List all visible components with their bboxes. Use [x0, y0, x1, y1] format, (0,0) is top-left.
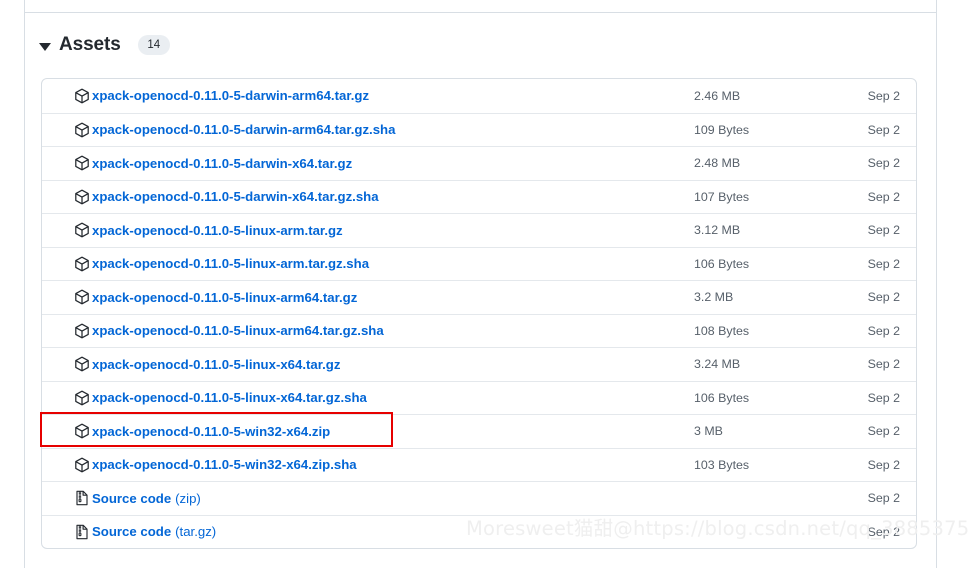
package-icon [74, 289, 90, 305]
asset-row[interactable]: xpack-openocd-0.11.0-5-linux-x64.tar.gz 3… [42, 347, 916, 381]
asset-size: 108 Bytes [694, 323, 750, 338]
asset-size: 3 MB [694, 424, 723, 439]
asset-date: Sep 2 [867, 424, 900, 439]
asset-download-link[interactable]: xpack-openocd-0.11.0-5-linux-x64.tar.gz.… [92, 390, 367, 405]
asset-date: Sep 2 [867, 223, 900, 238]
asset-size: 106 Bytes [694, 256, 750, 271]
asset-size: 106 Bytes [694, 390, 750, 405]
asset-date: Sep 2 [867, 88, 900, 103]
asset-date: Sep 2 [867, 189, 900, 204]
asset-download-link[interactable]: xpack-openocd-0.11.0-5-darwin-x64.tar.gz [92, 156, 352, 171]
package-icon [74, 222, 90, 238]
asset-download-link[interactable]: Source code [92, 491, 171, 506]
asset-name-cell: xpack-openocd-0.11.0-5-win32-x64.zip.sha [58, 457, 664, 473]
package-icon [74, 423, 90, 439]
asset-download-link[interactable]: xpack-openocd-0.11.0-5-linux-x64.tar.gz [92, 357, 340, 372]
asset-row[interactable]: xpack-openocd-0.11.0-5-darwin-x64.tar.gz… [42, 146, 916, 180]
asset-download-link[interactable]: xpack-openocd-0.11.0-5-linux-arm64.tar.g… [92, 290, 357, 305]
asset-name-cell: xpack-openocd-0.11.0-5-linux-x64.tar.gz.… [58, 390, 664, 406]
asset-download-link[interactable]: xpack-openocd-0.11.0-5-win32-x64.zip [92, 424, 330, 439]
asset-name-cell: xpack-openocd-0.11.0-5-linux-arm.tar.gz [58, 222, 664, 238]
section-divider [25, 12, 936, 13]
asset-download-link[interactable]: xpack-openocd-0.11.0-5-darwin-arm64.tar.… [92, 88, 369, 103]
asset-row[interactable]: xpack-openocd-0.11.0-5-win32-x64.zip 3 MB… [42, 414, 916, 448]
assets-count-badge: 14 [137, 35, 170, 55]
asset-row[interactable]: xpack-openocd-0.11.0-5-linux-x64.tar.gz.… [42, 380, 916, 415]
asset-row[interactable]: Source code (zip) Sep 2 [42, 481, 916, 515]
asset-date: Sep 2 [867, 491, 900, 506]
package-icon [74, 122, 90, 138]
asset-name-cell: xpack-openocd-0.11.0-5-linux-arm.tar.gz.… [58, 256, 664, 272]
package-icon [74, 189, 90, 205]
asset-download-link[interactable]: xpack-openocd-0.11.0-5-win32-x64.zip.sha [92, 457, 357, 472]
asset-download-link[interactable]: xpack-openocd-0.11.0-5-linux-arm.tar.gz.… [92, 256, 369, 271]
assets-header[interactable]: Assets 14 [39, 34, 170, 56]
package-icon [74, 390, 90, 406]
asset-date: Sep 2 [867, 122, 900, 137]
asset-row[interactable]: xpack-openocd-0.11.0-5-win32-x64.zip.sha… [42, 447, 916, 482]
asset-name-cell: xpack-openocd-0.11.0-5-win32-x64.zip [58, 423, 664, 439]
file-zip-icon [74, 524, 90, 540]
asset-row[interactable]: xpack-openocd-0.11.0-5-linux-arm.tar.gz.… [42, 246, 916, 281]
assets-list: xpack-openocd-0.11.0-5-darwin-arm64.tar.… [41, 78, 917, 549]
asset-name-cell: Source code (zip) [58, 490, 664, 506]
asset-row[interactable]: xpack-openocd-0.11.0-5-darwin-arm64.tar.… [42, 79, 916, 113]
asset-name-cell: xpack-openocd-0.11.0-5-darwin-x64.tar.gz… [58, 189, 664, 205]
asset-download-link[interactable]: xpack-openocd-0.11.0-5-linux-arm64.tar.g… [92, 323, 384, 338]
asset-size: 2.48 MB [694, 156, 741, 171]
asset-row[interactable]: xpack-openocd-0.11.0-5-linux-arm.tar.gz 3… [42, 213, 916, 247]
asset-size: 3.12 MB [694, 223, 741, 238]
asset-date: Sep 2 [867, 457, 900, 472]
asset-size: 109 Bytes [694, 122, 750, 137]
asset-name-cell: xpack-openocd-0.11.0-5-linux-x64.tar.gz [58, 356, 664, 372]
assets-title: Assets [59, 34, 121, 55]
asset-size: 2.46 MB [694, 88, 741, 103]
asset-name-cell: xpack-openocd-0.11.0-5-darwin-x64.tar.gz [58, 155, 664, 171]
asset-name-cell: xpack-openocd-0.11.0-5-darwin-arm64.tar.… [58, 122, 664, 138]
asset-format-label: (tar.gz) [175, 524, 217, 540]
package-icon [74, 356, 90, 372]
asset-row[interactable]: xpack-openocd-0.11.0-5-linux-arm64.tar.g… [42, 280, 916, 314]
asset-size: 3.24 MB [694, 357, 741, 372]
asset-download-link[interactable]: xpack-openocd-0.11.0-5-linux-arm.tar.gz [92, 223, 343, 238]
file-zip-icon [74, 490, 90, 506]
asset-format-label: (zip) [175, 490, 201, 506]
asset-date: Sep 2 [867, 290, 900, 305]
watermark-text: Moresweet猫甜@https://blog.csdn.net/qq_388… [466, 517, 968, 540]
asset-date: Sep 2 [867, 156, 900, 171]
asset-size: 107 Bytes [694, 189, 750, 204]
asset-date: Sep 2 [867, 256, 900, 271]
asset-download-link[interactable]: xpack-openocd-0.11.0-5-darwin-x64.tar.gz… [92, 189, 379, 204]
asset-row[interactable]: xpack-openocd-0.11.0-5-darwin-x64.tar.gz… [42, 179, 916, 214]
package-icon [74, 256, 90, 272]
asset-size: 103 Bytes [694, 457, 750, 472]
asset-download-link[interactable]: xpack-openocd-0.11.0-5-darwin-arm64.tar.… [92, 122, 395, 137]
asset-name-cell: xpack-openocd-0.11.0-5-darwin-arm64.tar.… [58, 88, 664, 104]
release-section-container: Assets 14 xpack-openocd-0.11.0-5-darwin-… [24, 0, 937, 568]
chevron-down-icon[interactable] [39, 42, 51, 51]
asset-date: Sep 2 [867, 357, 900, 372]
asset-name-cell: xpack-openocd-0.11.0-5-linux-arm64.tar.g… [58, 323, 664, 339]
package-icon [74, 457, 90, 473]
asset-date: Sep 2 [867, 323, 900, 338]
asset-size: 3.2 MB [694, 290, 734, 305]
asset-name-cell: xpack-openocd-0.11.0-5-linux-arm64.tar.g… [58, 289, 664, 305]
package-icon [74, 88, 90, 104]
asset-row[interactable]: xpack-openocd-0.11.0-5-darwin-arm64.tar.… [42, 112, 916, 147]
asset-date: Sep 2 [867, 390, 900, 405]
package-icon [74, 323, 90, 339]
asset-row[interactable]: xpack-openocd-0.11.0-5-linux-arm64.tar.g… [42, 313, 916, 348]
asset-download-link[interactable]: Source code [92, 524, 171, 539]
package-icon [74, 155, 90, 171]
